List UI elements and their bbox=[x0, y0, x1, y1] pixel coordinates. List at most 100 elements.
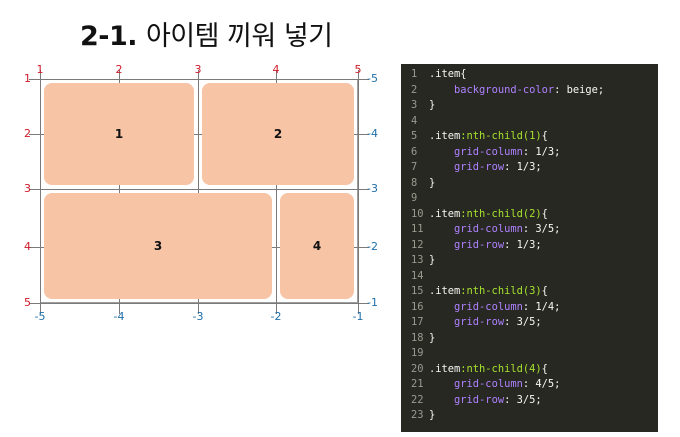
column-line-negative-number: -1 bbox=[352, 310, 364, 323]
row-line-negative-number: -2 bbox=[367, 240, 378, 253]
code-token-punct bbox=[429, 239, 454, 251]
grid-column-line bbox=[40, 70, 41, 314]
code-line: 15 .item:nth-child(3){ bbox=[401, 284, 658, 300]
code-token-val: 4/5; bbox=[535, 378, 561, 390]
line-number: 18 bbox=[411, 331, 424, 344]
code-token-punct: } bbox=[429, 99, 436, 111]
code-token-val: 3/5; bbox=[516, 393, 542, 406]
code-line: 16 grid-column: 1/4; bbox=[401, 300, 658, 316]
code-line: 23} bbox=[401, 408, 658, 424]
row-line-negative-number: -5 bbox=[367, 72, 378, 85]
code-line: 1 .item{ bbox=[401, 67, 658, 83]
code-token-punct: : bbox=[504, 161, 517, 173]
code-token-punct: { bbox=[541, 130, 548, 142]
code-line: 3} bbox=[401, 98, 658, 114]
code-token-punct bbox=[429, 378, 454, 390]
line-number: 9 bbox=[411, 192, 418, 204]
line-number: 7 bbox=[411, 161, 418, 173]
code-text: grid-column: 1/3; bbox=[429, 145, 560, 161]
row-line-negative-number: -1 bbox=[367, 296, 378, 309]
line-number: 20 bbox=[411, 362, 424, 375]
code-token-val: 1/4; bbox=[535, 300, 561, 313]
code-text: .item{ bbox=[429, 67, 467, 83]
grid-row-line bbox=[29, 189, 369, 190]
code-token-punct: } bbox=[429, 331, 436, 344]
code-line: 5 .item:nth-child(1){ bbox=[401, 129, 658, 145]
code-text: grid-row: 3/5; bbox=[429, 315, 542, 331]
code-token-punct: : bbox=[522, 300, 536, 313]
code-panel: 1 .item{2 background-color: beige; 3} 4 5 .it… bbox=[401, 64, 658, 432]
code-token-punct: : bbox=[504, 316, 517, 328]
code-line: 6 grid-column: 1/3; bbox=[401, 145, 658, 161]
code-line: 19 bbox=[401, 346, 658, 362]
row-line-number: 2 bbox=[24, 127, 31, 140]
grid-column-line bbox=[358, 70, 359, 314]
column-line-negative-number: -3 bbox=[192, 310, 204, 323]
line-number: 17 bbox=[411, 316, 424, 328]
code-token-val: 1/3; bbox=[516, 238, 542, 251]
column-line-number: 2 bbox=[115, 63, 123, 76]
code-token-val: 3/5; bbox=[516, 316, 542, 328]
code-text: grid-column: 4/5; bbox=[429, 377, 560, 393]
code-line: 11 grid-column: 3/5; bbox=[401, 222, 658, 238]
code-text: grid-row: 3/5; bbox=[429, 393, 542, 409]
line-number: 22 bbox=[411, 393, 424, 406]
line-number: 19 bbox=[411, 347, 424, 359]
code-token-punct: } bbox=[429, 409, 436, 421]
code-text: grid-column: 1/4; bbox=[429, 300, 560, 316]
code-token-punct bbox=[429, 316, 454, 328]
code-line: 13} bbox=[401, 253, 658, 269]
code-text: grid-column: 3/5; bbox=[429, 222, 560, 238]
code-token-punct bbox=[429, 146, 454, 158]
code-token-val: 3/5; bbox=[535, 223, 561, 235]
code-line: 9 bbox=[401, 191, 658, 207]
code-line: 2 background-color: beige; bbox=[401, 83, 658, 99]
column-line-number: 3 bbox=[194, 63, 202, 76]
line-number: 14 bbox=[411, 269, 424, 282]
line-number: 10 bbox=[411, 207, 424, 220]
column-line-number: 1 bbox=[36, 63, 44, 76]
code-token-punct bbox=[429, 84, 454, 96]
code-token-punct: : bbox=[522, 145, 536, 158]
code-token-sel: .item bbox=[429, 207, 461, 220]
code-token-punct: : bbox=[504, 238, 517, 251]
code-token-prop: grid-column bbox=[454, 300, 523, 313]
code-token-prop: grid-row bbox=[454, 393, 505, 406]
code-text: .item:nth-child(3){ bbox=[429, 284, 548, 300]
code-line: 4 bbox=[401, 114, 658, 130]
code-token-prop: grid-column bbox=[454, 223, 523, 235]
code-token-punct bbox=[429, 394, 454, 406]
code-text: grid-row: 1/3; bbox=[429, 238, 542, 254]
code-line: 18} bbox=[401, 331, 658, 347]
column-line-number: 4 bbox=[272, 63, 280, 76]
code-text: } bbox=[429, 408, 435, 424]
code-line: 12 grid-row: 1/3; bbox=[401, 238, 658, 254]
column-line-negative-number: -5 bbox=[34, 310, 46, 323]
code-text: grid-row: 1/3; bbox=[429, 160, 542, 176]
code-token-pseudo: :nth-child(1) bbox=[460, 130, 542, 142]
line-number: 2 bbox=[411, 83, 418, 96]
line-number: 21 bbox=[411, 378, 424, 390]
code-token-punct bbox=[429, 223, 454, 235]
grid-item-1: 1 bbox=[44, 83, 194, 185]
code-token-pseudo: :nth-child(2) bbox=[460, 207, 542, 220]
grid-row-line bbox=[29, 303, 369, 304]
code-token-punct bbox=[429, 161, 454, 173]
code-line: 8} bbox=[401, 176, 658, 192]
code-token-punct: : bbox=[554, 83, 567, 96]
row-line-number: 3 bbox=[24, 182, 31, 195]
grid-item-2: 2 bbox=[202, 83, 354, 185]
code-text: background-color: beige; bbox=[429, 83, 604, 99]
code-token-val: 1/3; bbox=[516, 161, 542, 173]
code-token-pseudo: :nth-child(4) bbox=[460, 362, 542, 375]
code-token-punct: : bbox=[522, 378, 536, 390]
code-token-punct: { bbox=[541, 362, 548, 375]
code-line: 7 grid-row: 1/3; bbox=[401, 160, 658, 176]
code-token-sel: .item bbox=[429, 68, 461, 80]
code-token-prop: background-color bbox=[454, 83, 555, 96]
code-token-val: beige; bbox=[566, 83, 605, 96]
code-token-sel: .item bbox=[429, 285, 461, 297]
line-number: 5 bbox=[411, 130, 418, 142]
code-token-prop: grid-column bbox=[454, 145, 523, 158]
grid-item-4: 4 bbox=[280, 193, 354, 299]
